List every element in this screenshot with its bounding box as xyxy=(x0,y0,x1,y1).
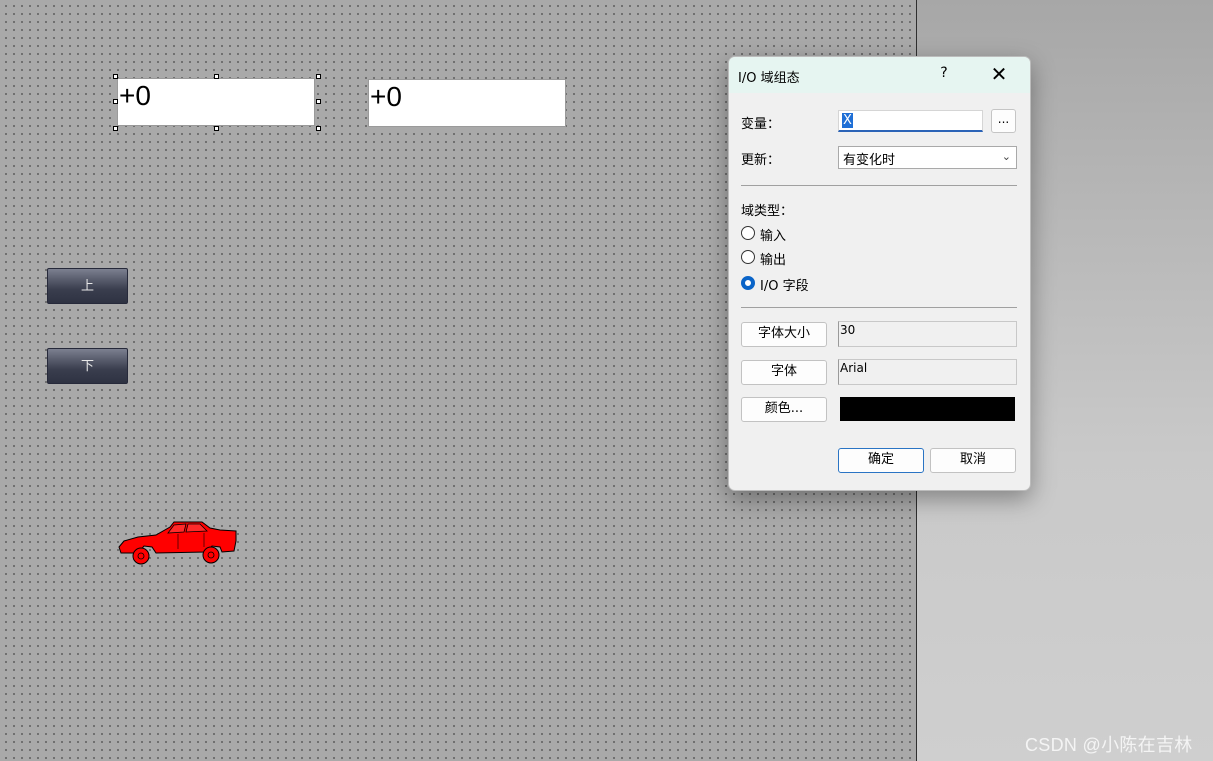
color-swatch xyxy=(840,397,1015,421)
radio-output[interactable] xyxy=(741,250,755,264)
down-button[interactable]: 下 xyxy=(47,348,128,384)
update-label: 更新： xyxy=(741,153,781,168)
radio-io-field[interactable] xyxy=(741,276,755,290)
selection-handle[interactable] xyxy=(316,99,321,104)
radio-input[interactable] xyxy=(741,226,755,240)
selection-handle[interactable] xyxy=(113,126,118,131)
io-field-config-dialog: I/O 域组态 ? ✕ 变量： X ... 更新： 有变化时 ⌄ 域类型： 输入… xyxy=(728,56,1031,491)
selection-handle[interactable] xyxy=(316,126,321,131)
field-type-label: 域类型： xyxy=(741,204,794,219)
help-icon[interactable]: ? xyxy=(934,65,954,81)
color-button[interactable]: 颜色... xyxy=(741,397,827,422)
dialog-title: I/O 域组态 xyxy=(738,71,800,86)
up-button[interactable]: 上 xyxy=(47,268,128,304)
radio-io-field-label[interactable]: I/O 字段 xyxy=(760,275,809,294)
radio-output-label[interactable]: 输出 xyxy=(760,249,786,268)
variable-label: 变量： xyxy=(741,117,781,132)
font-size-button[interactable]: 字体大小 xyxy=(741,322,827,347)
divider xyxy=(741,185,1017,186)
io-field-1[interactable]: +0 xyxy=(117,78,315,126)
selection-handle[interactable] xyxy=(214,74,219,79)
dialog-titlebar[interactable]: I/O 域组态 ? ✕ xyxy=(729,57,1030,93)
selection-handle[interactable] xyxy=(113,74,118,79)
selection-handle[interactable] xyxy=(214,126,219,131)
variable-input[interactable]: X xyxy=(838,110,983,132)
radio-input-label[interactable]: 输入 xyxy=(760,225,786,244)
update-select[interactable]: 有变化时 ⌄ xyxy=(838,146,1017,169)
watermark: CSDN @小陈在吉林 xyxy=(1025,735,1193,755)
update-value: 有变化时 xyxy=(843,153,896,168)
font-field: Arial xyxy=(838,359,1017,385)
browse-button[interactable]: ... xyxy=(991,109,1016,133)
divider xyxy=(741,307,1017,308)
ok-button[interactable]: 确定 xyxy=(838,448,924,473)
selection-handle[interactable] xyxy=(316,74,321,79)
io-field-2[interactable]: +0 xyxy=(368,79,566,127)
car-icon[interactable] xyxy=(116,519,238,567)
chevron-down-icon: ⌄ xyxy=(1001,150,1011,163)
selection-handle[interactable] xyxy=(113,99,118,104)
font-size-field: 30 xyxy=(838,321,1017,347)
cancel-button[interactable]: 取消 xyxy=(930,448,1016,473)
font-button[interactable]: 字体 xyxy=(741,360,827,385)
variable-value: X xyxy=(842,113,853,128)
close-icon[interactable]: ✕ xyxy=(987,63,1011,85)
